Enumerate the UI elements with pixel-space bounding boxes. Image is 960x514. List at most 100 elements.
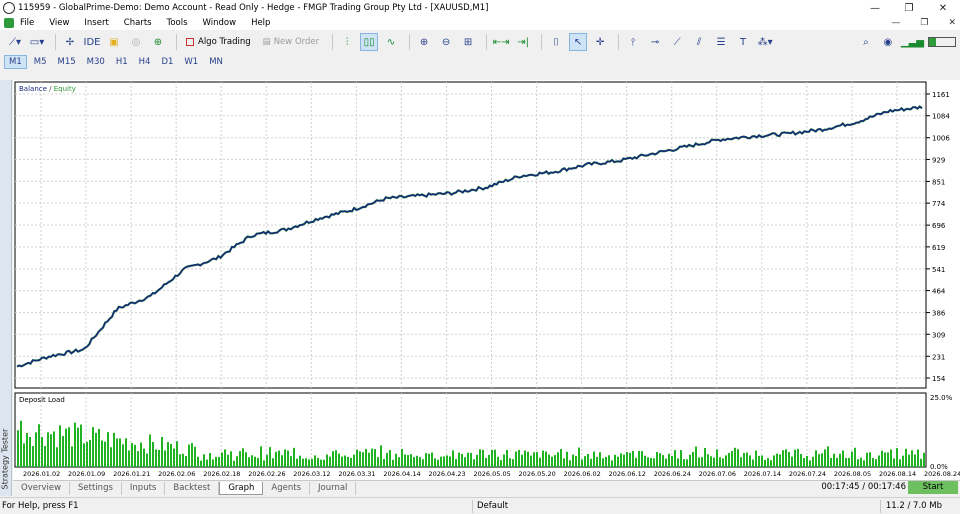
deposit-load-bar: [287, 450, 289, 467]
menu-view[interactable]: View: [49, 18, 69, 28]
menu-insert[interactable]: Insert: [84, 18, 108, 28]
deposit-load-bar: [731, 451, 733, 467]
timeframe-d1[interactable]: D1: [157, 56, 177, 68]
account-icon[interactable]: ◉: [879, 33, 897, 51]
horizontal-line-icon[interactable]: ⊸: [646, 33, 664, 51]
deposit-load-bar: [41, 436, 43, 467]
deposit-load-bar: [635, 457, 637, 467]
screenshot-icon[interactable]: ⌷: [547, 33, 565, 51]
restore-button[interactable]: ❐: [892, 0, 926, 16]
deposit-load-bar: [215, 456, 217, 467]
timeframe-m15[interactable]: M15: [54, 56, 80, 68]
tab-overview[interactable]: Overview: [13, 481, 71, 495]
deposit-load-bar: [833, 453, 835, 467]
zoom-in-icon[interactable]: ⊕: [415, 33, 433, 51]
timeframe-h1[interactable]: H1: [112, 56, 132, 68]
line-chart-icon[interactable]: ⟋▾: [6, 33, 24, 51]
start-button[interactable]: Start: [908, 481, 958, 494]
globe-icon[interactable]: ⊕: [149, 33, 167, 51]
deposit-load-bar: [281, 455, 283, 467]
status-divider: [880, 499, 881, 513]
chart-legend: Balance / Equity: [19, 85, 76, 93]
fibo-icon[interactable]: ☰: [712, 33, 730, 51]
x-tick-label: 2026.08.05: [834, 470, 871, 478]
deposit-load-bar: [317, 457, 319, 467]
menu-help[interactable]: Help: [251, 18, 270, 28]
tab-graph[interactable]: Graph: [219, 481, 264, 495]
toolbar-separator: [55, 34, 56, 50]
close-button[interactable]: ✕: [926, 0, 960, 16]
minimize-button[interactable]: —: [858, 0, 892, 16]
candles-icon[interactable]: ▯▯: [360, 33, 379, 51]
child-minimize-button[interactable]: —: [891, 18, 900, 28]
deposit-load-bar: [599, 452, 601, 467]
tab-journal[interactable]: Journal: [310, 481, 357, 495]
strategy-tester-side-panel[interactable]: Strategy Tester: [0, 80, 12, 496]
timeframe-m30[interactable]: M30: [83, 56, 109, 68]
autoscroll-icon[interactable]: ⇤⇥: [492, 33, 510, 51]
deposit-load-bar: [605, 456, 607, 467]
timeframe-w1[interactable]: W1: [180, 56, 202, 68]
menu-charts[interactable]: Charts: [124, 18, 152, 28]
timeframe-h4[interactable]: H4: [135, 56, 155, 68]
cursor-icon[interactable]: ↖: [569, 33, 588, 51]
deposit-load-bar: [86, 441, 88, 467]
new-order-button[interactable]: ▤ New Order: [259, 33, 323, 51]
deposit-load-bar: [740, 457, 742, 467]
deposit-load-bar: [371, 448, 373, 467]
deposit-load-bar: [659, 453, 661, 467]
timeframe-mn[interactable]: MN: [205, 56, 227, 68]
deposit-load-bar: [365, 448, 367, 467]
menu-window[interactable]: Window: [203, 18, 237, 28]
tab-backtest[interactable]: Backtest: [165, 481, 220, 495]
shapes-icon[interactable]: ⁂▾: [756, 33, 774, 51]
deposit-load-bar: [581, 459, 583, 467]
deposit-load-bar: [875, 459, 877, 467]
vertical-line-icon[interactable]: ⫯: [624, 33, 642, 51]
zoom-out-icon[interactable]: ⊖: [437, 33, 455, 51]
bar-chart-icon[interactable]: ⫶: [338, 33, 356, 51]
grid-icon[interactable]: ⊞: [459, 33, 477, 51]
crosshair-icon[interactable]: ✛: [591, 33, 609, 51]
deposit-load-bar: [608, 455, 610, 467]
text-icon[interactable]: T: [734, 33, 752, 51]
deposit-load-bar: [728, 452, 730, 467]
deposit-load-bar: [506, 449, 508, 467]
algo-trading-button[interactable]: Algo Trading: [182, 33, 255, 51]
deposit-load-bar: [245, 452, 247, 467]
tester-graph[interactable]: 1161 1084 1006 929 851 774 696 619 541 464 386 309 2…: [13, 80, 960, 480]
x-tick-label: 2026.06.02: [564, 470, 601, 478]
signal-icon[interactable]: ◎: [127, 33, 145, 51]
child-restore-button[interactable]: ❐: [920, 18, 928, 28]
deposit-load-bar: [539, 457, 541, 467]
deposit-load-bar: [830, 457, 832, 467]
deposit-load-bar: [854, 447, 856, 467]
trend-line-icon[interactable]: ⟋: [668, 33, 686, 51]
timeframe-m5[interactable]: M5: [30, 56, 51, 68]
deposit-load-bar: [26, 433, 28, 467]
lock-icon[interactable]: ▣: [105, 33, 123, 51]
ide-icon[interactable]: IDE: [83, 33, 101, 51]
legend-balance: Balance: [19, 85, 47, 93]
channel-icon[interactable]: ⫽: [690, 33, 708, 51]
deposit-load-bar: [512, 459, 514, 467]
chart-shift-icon-2[interactable]: ⇥|: [514, 33, 532, 51]
chart-type-icon[interactable]: ▭▾: [28, 33, 46, 51]
deposit-load-bar: [422, 459, 424, 467]
menu-tools[interactable]: Tools: [167, 18, 188, 28]
timeframe-m1[interactable]: M1: [4, 55, 27, 69]
chart-shift-icon[interactable]: ✢: [61, 33, 79, 51]
tab-agents[interactable]: Agents: [263, 481, 310, 495]
deposit-load-bar: [437, 459, 439, 467]
child-close-button[interactable]: ✕: [948, 18, 956, 28]
deposit-load-bar: [674, 450, 676, 467]
tab-inputs[interactable]: Inputs: [122, 481, 166, 495]
menu-file[interactable]: File: [20, 18, 34, 28]
deposit-load-bar: [467, 452, 469, 467]
tab-settings[interactable]: Settings: [70, 481, 122, 495]
line-icon[interactable]: ∿: [382, 33, 400, 51]
deposit-load-bar: [893, 458, 895, 467]
y-tick-label: 1006: [932, 135, 950, 143]
deposit-load-bar: [20, 420, 22, 467]
search-icon[interactable]: ⌕: [857, 33, 875, 51]
